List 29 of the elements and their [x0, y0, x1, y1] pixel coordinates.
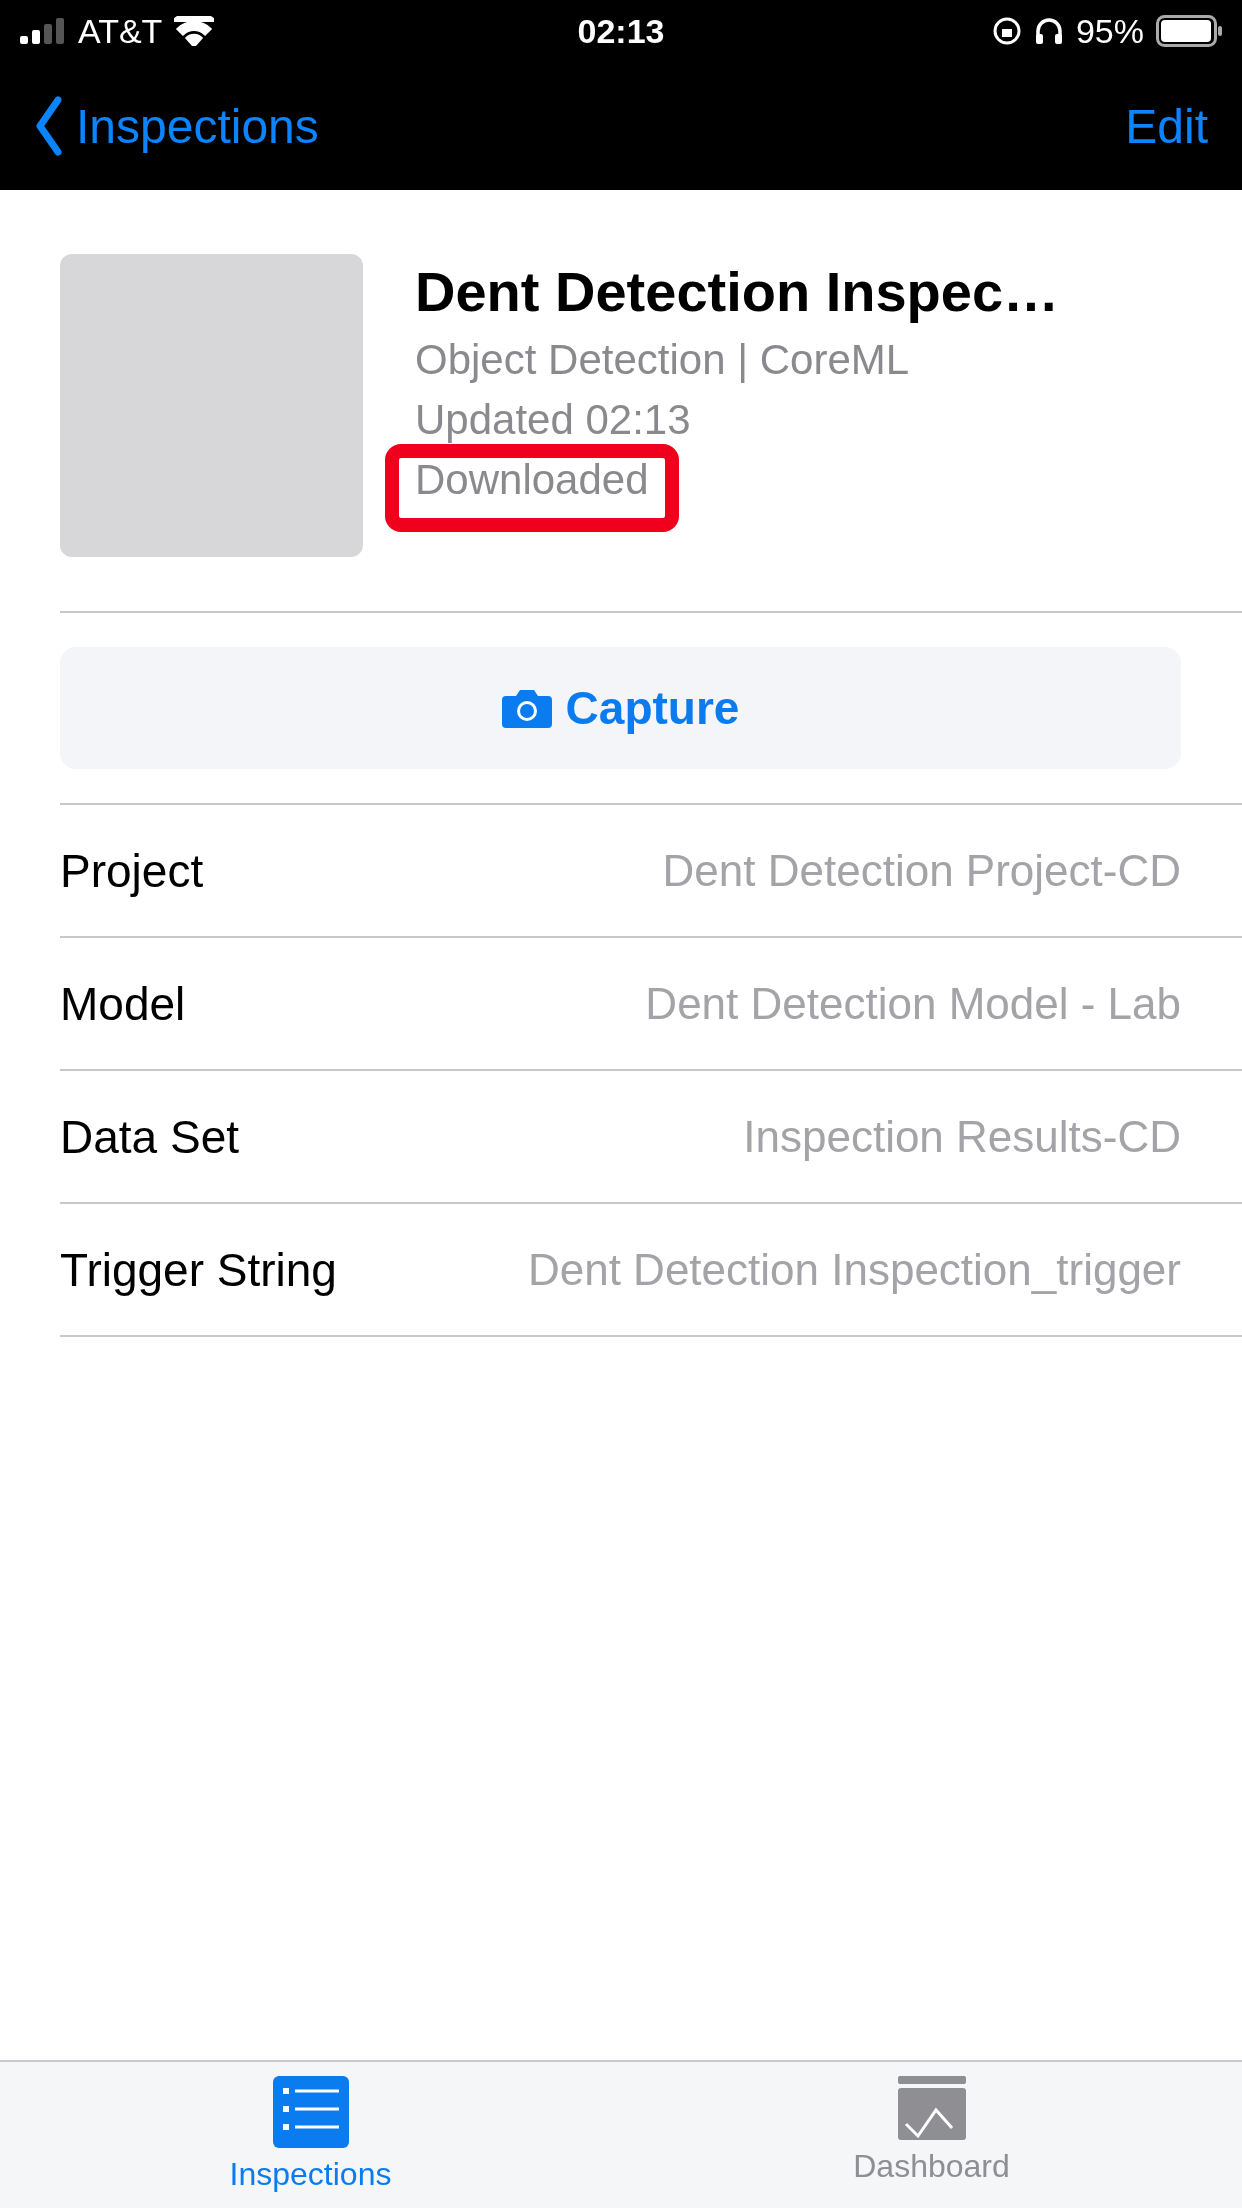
headphones-icon	[1033, 16, 1064, 46]
battery-percent: 95%	[1075, 11, 1144, 51]
back-button[interactable]: Inspections	[36, 96, 319, 156]
detail-value: Dent Detection Inspection_trigger	[527, 1244, 1181, 1295]
capture-button[interactable]: Capture	[60, 647, 1181, 769]
tab-bar-item[interactable]: Dashboard	[621, 2062, 1242, 2208]
detail-label: Project	[60, 843, 204, 898]
battery-icon	[1156, 15, 1222, 47]
wifi-icon	[174, 16, 215, 46]
detail-label: Model	[60, 976, 186, 1031]
detail-value: Dent Detection Project-CD	[662, 845, 1181, 896]
camera-icon	[501, 688, 552, 728]
detail-label: Trigger String	[60, 1242, 337, 1297]
detail-label: Data Set	[60, 1109, 239, 1164]
signal-icon	[20, 18, 66, 44]
detail-value: Inspection Results-CD	[743, 1111, 1181, 1162]
download-status: Downloaded	[415, 455, 649, 505]
inspection-title: Dent Detection Inspec…	[415, 259, 1060, 325]
detail-value: Dent Detection Model - Lab	[645, 978, 1181, 1029]
list-icon	[272, 2076, 349, 2148]
tab-bar-item[interactable]: Inspections	[0, 2062, 621, 2208]
carrier-name: AT&T	[78, 11, 163, 51]
model-type: Object Detection | CoreML	[415, 335, 911, 385]
back-chevron-icon	[36, 96, 62, 156]
edit-button[interactable]: Edit	[1125, 98, 1208, 154]
clock-time: 02:13	[577, 11, 665, 51]
updated-time: Updated 02:13	[415, 395, 692, 445]
rotation-lock-icon	[991, 16, 1022, 46]
chart-icon	[897, 2076, 966, 2140]
